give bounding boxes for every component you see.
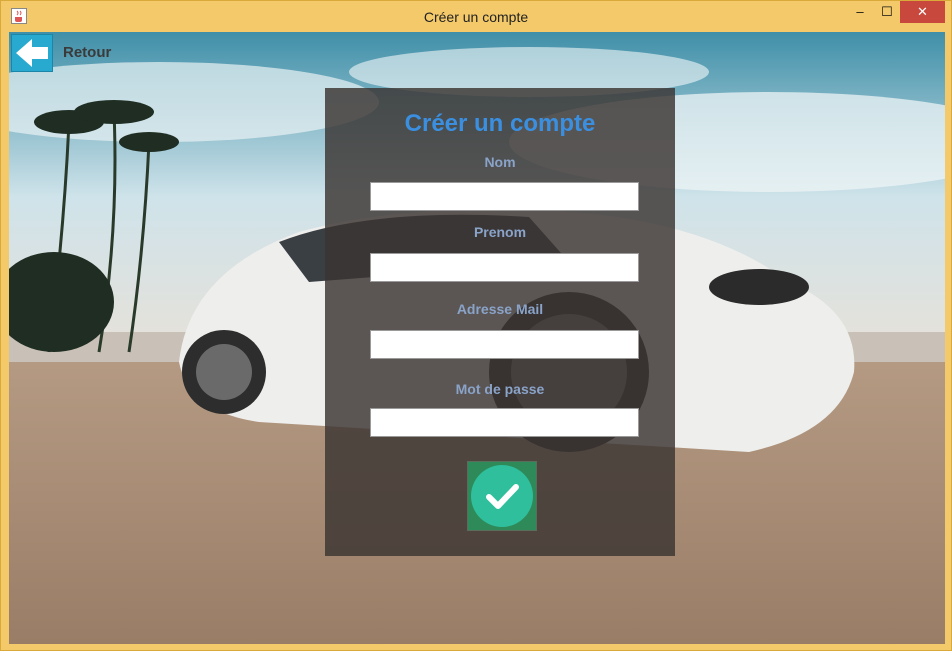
arrow-left-icon	[16, 39, 48, 67]
nom-input[interactable]	[370, 182, 639, 211]
email-label: Adresse Mail	[456, 301, 544, 317]
title-bar[interactable]: Créer un compte – ☐ ✕	[1, 1, 951, 32]
form-title: Créer un compte	[404, 110, 596, 137]
app-window: Créer un compte – ☐ ✕ Retour Créer un co…	[0, 0, 952, 651]
close-button[interactable]: ✕	[900, 1, 945, 23]
prenom-input[interactable]	[370, 253, 639, 282]
nom-label: Nom	[484, 154, 516, 170]
window-title: Créer un compte	[423, 9, 529, 25]
signup-form-panel: Créer un compte Nom Prenom Adresse Mail …	[325, 88, 675, 556]
submit-circle	[471, 465, 533, 527]
submit-button[interactable]	[467, 461, 537, 531]
back-link-label[interactable]: Retour	[63, 44, 111, 61]
password-label: Mot de passe	[455, 381, 545, 397]
main-content: Retour Créer un compte Nom Prenom Adress…	[9, 32, 945, 644]
password-input[interactable]	[370, 408, 639, 437]
minimize-button[interactable]: –	[846, 1, 874, 23]
maximize-button[interactable]: ☐	[874, 1, 900, 23]
email-input[interactable]	[370, 330, 639, 359]
checkmark-icon	[486, 484, 519, 509]
prenom-label: Prenom	[473, 224, 527, 240]
back-button[interactable]	[11, 34, 53, 72]
